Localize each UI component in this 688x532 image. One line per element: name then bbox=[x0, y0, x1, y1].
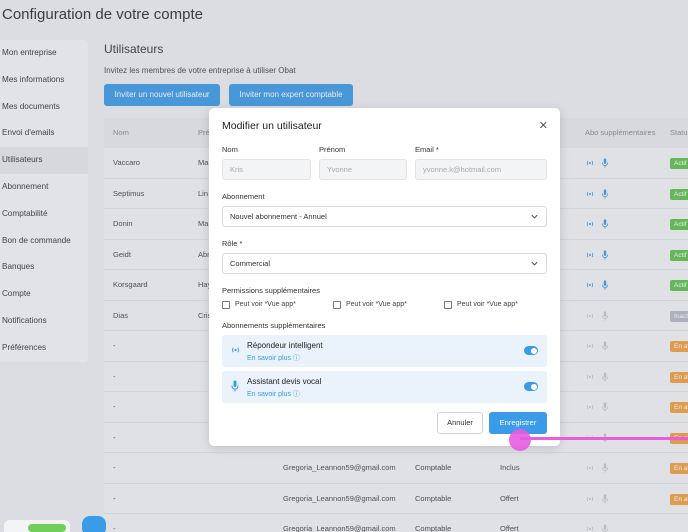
info-icon: ⓘ bbox=[292, 355, 300, 362]
chat-status-badge bbox=[28, 524, 66, 532]
chevron-down-icon bbox=[531, 261, 538, 266]
permission-label-1: Peut voir *Vue app* bbox=[235, 301, 296, 308]
abonnements-label: Abonnements supplémentaires bbox=[222, 321, 326, 330]
permission-checkbox-1[interactable] bbox=[222, 301, 230, 309]
permission-checkbox-3[interactable] bbox=[444, 301, 452, 309]
abonnement-label: Abonnement bbox=[222, 192, 265, 201]
chevron-down-icon bbox=[531, 214, 538, 219]
role-select[interactable]: Commercial bbox=[222, 253, 547, 274]
permission-checkbox-2[interactable] bbox=[333, 301, 341, 309]
cursor-trail bbox=[520, 437, 688, 440]
edit-user-modal: Modifier un utilisateur ✕ Nom Kris Préno… bbox=[209, 108, 560, 446]
cancel-button[interactable]: Annuler bbox=[437, 412, 483, 434]
subscription-name: Assistant devis vocal bbox=[247, 377, 322, 386]
broadcast-icon bbox=[232, 347, 239, 353]
email-label: Email * bbox=[415, 145, 439, 154]
nom-label: Nom bbox=[222, 145, 238, 154]
prenom-field[interactable]: Yvonne bbox=[319, 159, 407, 180]
abonnement-value: Nouvel abonnement - Annuel bbox=[230, 212, 327, 221]
nom-field[interactable]: Kris bbox=[222, 159, 311, 180]
microphone-icon bbox=[231, 380, 239, 392]
chat-launcher-button[interactable] bbox=[82, 516, 106, 532]
subscription-repondeur: Répondeur intelligent En savoir plus ⓘ bbox=[222, 335, 547, 367]
prenom-label: Prénom bbox=[319, 145, 346, 154]
email-field[interactable]: yvonne.k@hotmail.com bbox=[415, 159, 547, 180]
modal-title: Modifier un utilisateur bbox=[222, 120, 322, 132]
abonnement-select[interactable]: Nouvel abonnement - Annuel bbox=[222, 206, 547, 227]
permission-label-3: Peut voir *Vue app* bbox=[457, 301, 518, 308]
permission-label-2: Peut voir *Vue app* bbox=[346, 301, 407, 308]
role-label: Rôle * bbox=[222, 239, 243, 248]
role-value: Commercial bbox=[230, 259, 271, 268]
subscription-assistant: Assistant devis vocal En savoir plus ⓘ bbox=[222, 371, 547, 403]
subscription-toggle[interactable] bbox=[524, 382, 538, 391]
subscription-name: Répondeur intelligent bbox=[247, 341, 323, 350]
info-icon: ⓘ bbox=[292, 391, 300, 398]
learn-more-label: En savoir plus bbox=[247, 391, 291, 398]
cursor-indicator bbox=[509, 429, 531, 451]
learn-more-link[interactable]: En savoir plus ⓘ bbox=[247, 389, 300, 399]
permissions-label: Permissions supplémentaires bbox=[222, 286, 320, 295]
subscription-toggle[interactable] bbox=[524, 346, 538, 355]
learn-more-label: En savoir plus bbox=[247, 355, 291, 362]
learn-more-link[interactable]: En savoir plus ⓘ bbox=[247, 353, 300, 363]
close-icon[interactable]: ✕ bbox=[539, 119, 548, 132]
